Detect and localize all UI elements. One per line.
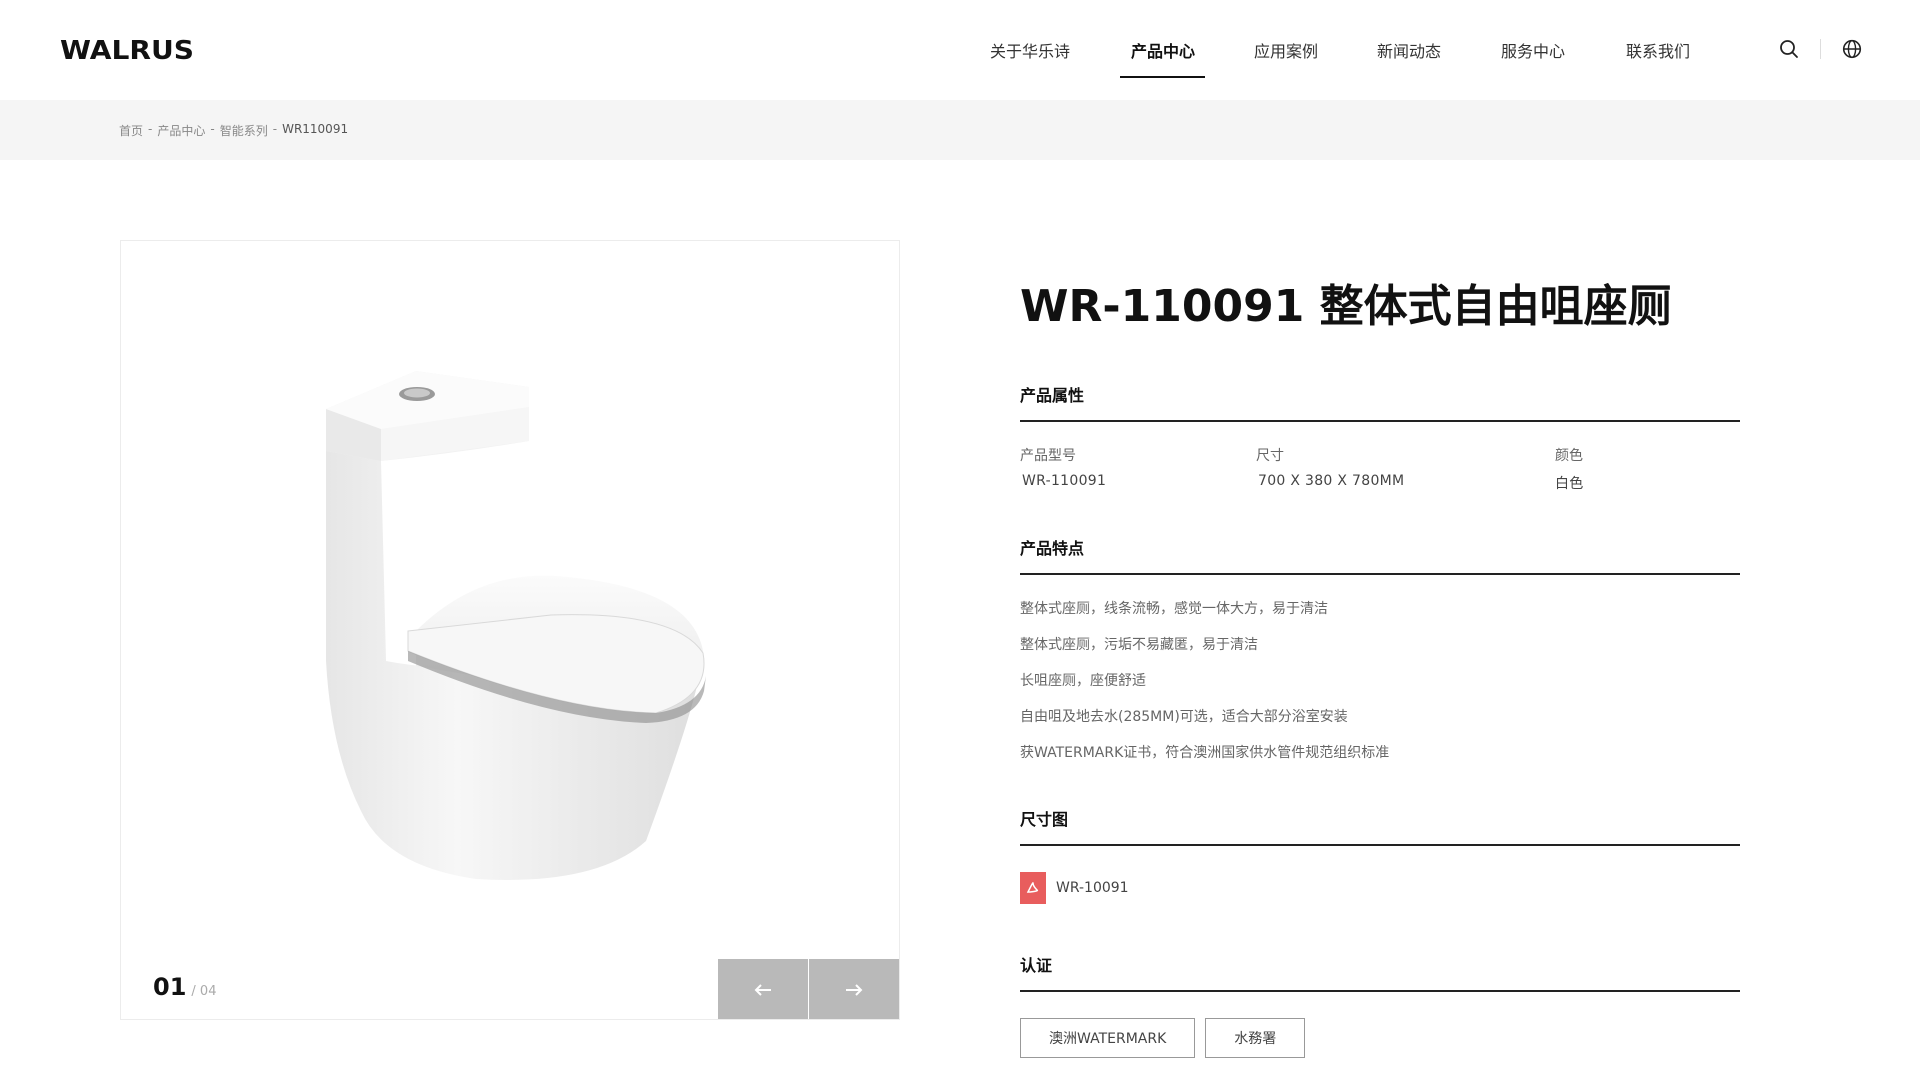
cert-watermark-button[interactable]: 澳洲WATERMARK	[1020, 1018, 1196, 1058]
brand-logo[interactable]: WALRUS	[60, 36, 194, 66]
cert-wsd-button[interactable]: 水務署	[1205, 1018, 1306, 1058]
product-image	[326, 371, 706, 880]
attr-model-label: 产品型号	[1020, 448, 1076, 464]
drawing-download-link[interactable]: WR-10091	[1020, 872, 1129, 904]
nav-products[interactable]: 产品中心	[1131, 38, 1195, 62]
attributes-heading: 产品属性	[1020, 382, 1740, 422]
arrow-right-icon	[846, 983, 863, 996]
header-tools	[1778, 38, 1863, 60]
globe-icon[interactable]	[1841, 38, 1863, 60]
attr-color-label: 颜色	[1555, 448, 1583, 464]
features-heading: 产品特点	[1020, 535, 1740, 575]
breadcrumb-products[interactable]: 产品中心	[157, 122, 205, 139]
nav-cases[interactable]: 应用案例	[1254, 38, 1318, 62]
breadcrumb-separator: -	[210, 122, 215, 136]
cert-list: 澳洲WATERMARK 水務署	[1020, 1018, 1306, 1058]
site-header: WALRUS 关于华乐诗 产品中心 应用案例 新闻动态 服务中心 联系我们	[0, 0, 1920, 100]
breadcrumb-series[interactable]: 智能系列	[220, 122, 268, 139]
feature-item: 长咀座厕，座便舒适	[1020, 673, 1146, 689]
feature-item: 整体式座厕，污垢不易藏匿，易于清洁	[1020, 637, 1258, 653]
attr-model-value: WR-110091	[1022, 473, 1107, 489]
slide-counter: 01 / 04	[153, 973, 216, 1001]
pdf-icon	[1020, 872, 1046, 904]
attr-color-value: 白色	[1555, 476, 1584, 492]
breadcrumb-bar: 首页 - 产品中心 - 智能系列 - WR110091	[0, 100, 1920, 160]
nav-about[interactable]: 关于华乐诗	[990, 38, 1070, 62]
breadcrumb-home[interactable]: 首页	[119, 122, 143, 139]
slide-current: 01	[153, 973, 187, 1001]
product-title: WR-110091 整体式自由咀座厕	[1020, 281, 1672, 332]
product-gallery: 01 / 04	[120, 240, 900, 1020]
drawing-heading: 尺寸图	[1020, 806, 1740, 846]
breadcrumb: 首页 - 产品中心 - 智能系列 - WR110091	[119, 122, 348, 139]
breadcrumb-separator: -	[148, 122, 153, 136]
nav-active-indicator	[1120, 76, 1205, 78]
feature-item: 获WATERMARK证书，符合澳洲国家供水管件规范组织标准	[1020, 745, 1390, 761]
header-divider	[1820, 39, 1821, 59]
nav-contact[interactable]: 联系我们	[1626, 38, 1690, 62]
attr-size-value: 700 X 380 X 780MM	[1258, 473, 1405, 489]
gallery-controls	[718, 959, 899, 1019]
nav-news[interactable]: 新闻动态	[1377, 38, 1441, 62]
slide-total: / 04	[191, 984, 217, 999]
prev-slide-button[interactable]	[718, 959, 808, 1019]
breadcrumb-separator: -	[272, 122, 278, 136]
arrow-left-icon	[754, 983, 771, 996]
attr-size-label: 尺寸	[1256, 448, 1284, 464]
nav-service[interactable]: 服务中心	[1501, 38, 1565, 62]
drawing-filename: WR-10091	[1056, 880, 1129, 896]
feature-item: 自由咀及地去水(285MM)可选，适合大部分浴室安装	[1020, 709, 1348, 725]
search-icon[interactable]	[1778, 38, 1800, 60]
feature-item: 整体式座厕，线条流畅，感觉一体大方，易于清洁	[1020, 601, 1328, 617]
next-slide-button[interactable]	[809, 959, 899, 1019]
cert-heading: 认证	[1020, 952, 1740, 992]
breadcrumb-current: WR110091	[282, 122, 349, 136]
